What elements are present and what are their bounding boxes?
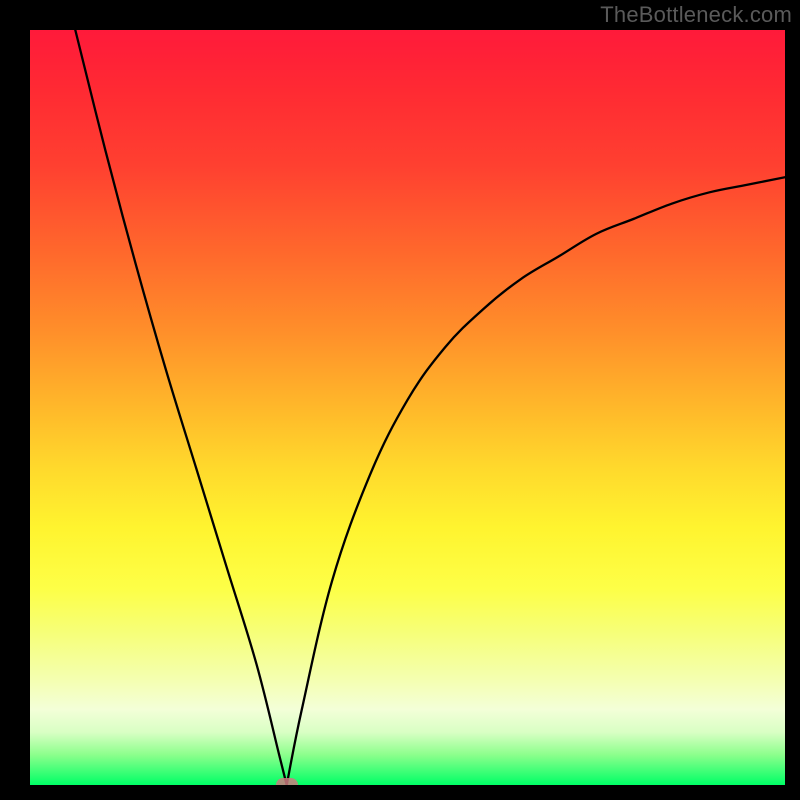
left-branch-path [75, 30, 286, 785]
vertex-marker [276, 778, 298, 785]
chart-frame: TheBottleneck.com [0, 0, 800, 800]
right-branch-path [287, 177, 785, 785]
watermark-text: TheBottleneck.com [600, 2, 792, 28]
plot-area [30, 30, 785, 785]
curve-svg [30, 30, 785, 785]
